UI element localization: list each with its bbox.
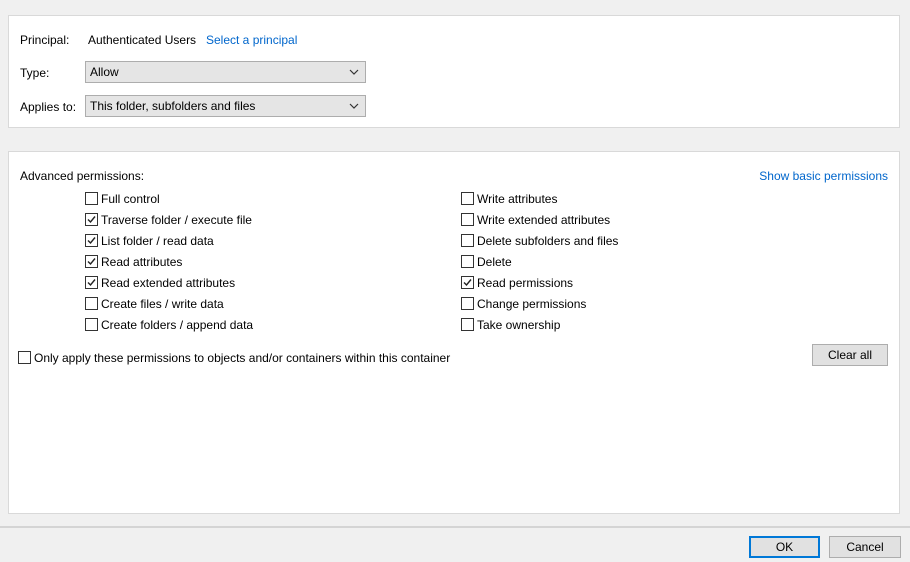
checked-checkbox[interactable] (85, 276, 98, 289)
checkbox[interactable] (85, 318, 98, 331)
checked-checkbox[interactable] (85, 255, 98, 268)
permission-label: Read permissions (477, 276, 574, 290)
permission-label: List folder / read data (101, 234, 214, 248)
checkbox[interactable] (85, 297, 98, 310)
checkbox[interactable] (18, 351, 31, 364)
checked-checkbox[interactable] (85, 213, 98, 226)
checkbox[interactable] (85, 192, 98, 205)
permission-label: Take ownership (477, 318, 561, 332)
permission-label: Read extended attributes (101, 276, 236, 290)
permission-label: Create files / write data (101, 297, 224, 311)
checked-checkbox[interactable] (461, 276, 474, 289)
permission-label: Traverse folder / execute file (101, 213, 252, 227)
principal-label: Principal: (20, 33, 70, 47)
principal-panel: Principal: Authenticated Users Select a … (8, 15, 900, 128)
applies-to-select-value: This folder, subfolders and files (90, 99, 256, 113)
only-apply-label: Only apply these permissions to objects … (34, 351, 451, 365)
permission-label: Read attributes (101, 255, 183, 269)
chevron-down-icon (348, 100, 360, 112)
permission-label: Write extended attributes (477, 213, 611, 227)
checkbox[interactable] (461, 213, 474, 226)
permission-label: Full control (101, 192, 160, 206)
checkbox[interactable] (461, 234, 474, 247)
permission-label: Delete (477, 255, 512, 269)
checked-checkbox[interactable] (85, 234, 98, 247)
principal-value: Authenticated Users (88, 33, 197, 47)
select-principal-link[interactable]: Select a principal (206, 33, 297, 47)
chevron-down-icon (348, 66, 360, 78)
checkbox[interactable] (461, 297, 474, 310)
clear-all-button[interactable]: Clear all (812, 344, 888, 366)
advanced-permissions-panel: Advanced permissions: Show basic permiss… (8, 151, 900, 514)
permission-label: Delete subfolders and files (477, 234, 619, 248)
permission-label: Change permissions (477, 297, 587, 311)
type-label: Type: (20, 66, 50, 80)
type-select[interactable]: Allow (85, 61, 366, 83)
permission-label: Create folders / append data (101, 318, 254, 332)
cancel-button[interactable]: Cancel (829, 536, 901, 558)
permission-label: Write attributes (477, 192, 558, 206)
checkbox[interactable] (461, 192, 474, 205)
ok-button[interactable]: OK (749, 536, 820, 558)
checkbox[interactable] (461, 255, 474, 268)
show-basic-permissions-link[interactable]: Show basic permissions (759, 169, 888, 183)
applies-to-label: Applies to: (20, 100, 77, 114)
applies-to-select[interactable]: This folder, subfolders and files (85, 95, 366, 117)
checkbox[interactable] (461, 318, 474, 331)
footer-divider (0, 526, 910, 528)
type-select-value: Allow (90, 65, 119, 79)
advanced-permissions-title: Advanced permissions: (20, 169, 145, 183)
